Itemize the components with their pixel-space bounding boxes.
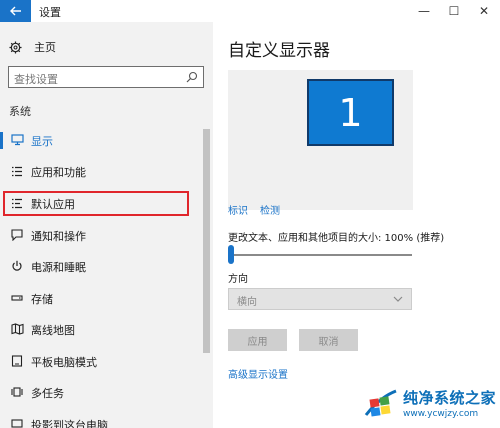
- orientation-dropdown[interactable]: 横向: [228, 288, 412, 310]
- multitask-icon: [10, 385, 24, 399]
- home-label: 主页: [34, 41, 56, 54]
- scale-slider-thumb[interactable]: [228, 245, 234, 264]
- back-button[interactable]: [0, 0, 31, 22]
- sidebar-item-label: 离线地图: [31, 324, 75, 337]
- minimize-button[interactable]: —: [409, 0, 439, 22]
- display-links: 标识 检测: [228, 202, 280, 217]
- sidebar-item-label: 投影到这台电脑: [31, 419, 108, 428]
- sidebar-item-offline-maps[interactable]: 离线地图: [0, 317, 205, 343]
- storage-icon: [10, 291, 24, 305]
- window-title: 设置: [39, 6, 61, 19]
- maximize-button[interactable]: ☐: [439, 0, 469, 22]
- sidebar-item-label: 多任务: [31, 387, 64, 400]
- sidebar-item-label: 平板电脑模式: [31, 356, 97, 369]
- title-bar: 设置 — ☐ ✕: [0, 0, 500, 22]
- detect-link[interactable]: 检测: [260, 202, 280, 217]
- watermark-logo: [362, 385, 398, 421]
- search-icon[interactable]: [186, 71, 198, 83]
- sidebar-item-label: 通知和操作: [31, 230, 86, 243]
- sidebar-item-label: 应用和功能: [31, 166, 86, 179]
- section-label-system: 系统: [9, 105, 31, 118]
- advanced-display-settings-link[interactable]: 高级显示设置: [228, 366, 288, 381]
- sidebar-item-multitasking[interactable]: 多任务: [0, 380, 205, 406]
- identify-link[interactable]: 标识: [228, 202, 248, 217]
- orientation-label: 方向: [228, 274, 248, 285]
- sidebar-item-power-sleep[interactable]: 电源和睡眠: [0, 254, 205, 280]
- scale-slider-track[interactable]: [228, 254, 412, 256]
- message-icon: [10, 228, 24, 242]
- search-input[interactable]: 查找设置: [8, 66, 204, 88]
- home-link[interactable]: 主页: [9, 39, 56, 55]
- scale-label: 更改文本、应用和其他项目的大小: 100% (推荐): [228, 233, 445, 244]
- monitor-number: 1: [338, 90, 363, 135]
- chevron-down-icon: [393, 296, 403, 302]
- main-content: 自定义显示器 1 标识 检测 更改文本、应用和其他项目的大小: 100% (推荐…: [213, 22, 500, 428]
- orientation-value: 横向: [237, 297, 257, 308]
- close-button[interactable]: ✕: [469, 0, 499, 22]
- watermark: 纯净系统之家 www.ycwjzy.com: [362, 381, 496, 425]
- cancel-button[interactable]: 取消: [299, 329, 358, 351]
- apply-button[interactable]: 应用: [228, 329, 287, 351]
- map-icon: [10, 322, 24, 336]
- sidebar-item-storage[interactable]: 存储: [0, 286, 205, 312]
- sidebar-item-apps-features[interactable]: 应用和功能: [0, 159, 205, 185]
- sidebar-item-display[interactable]: 显示: [0, 128, 205, 154]
- back-arrow-icon: [9, 6, 21, 16]
- sidebar-item-notifications[interactable]: 通知和操作: [0, 223, 205, 249]
- power-icon: [10, 259, 24, 273]
- sidebar-item-label: 电源和睡眠: [31, 261, 86, 274]
- project-icon: [10, 417, 24, 428]
- tablet-icon: [10, 354, 24, 368]
- sidebar-item-project[interactable]: 投影到这台电脑: [0, 412, 205, 428]
- sidebar-item-label: 存储: [31, 293, 53, 306]
- sidebar-item-tablet-mode[interactable]: 平板电脑模式: [0, 349, 205, 375]
- gear-icon: [9, 40, 22, 54]
- watermark-url: www.ycwjzy.com: [403, 409, 479, 419]
- search-placeholder: 查找设置: [14, 73, 58, 86]
- monitor-tile[interactable]: 1: [307, 79, 394, 146]
- active-indicator: [0, 132, 3, 149]
- list-icon: [10, 164, 24, 178]
- highlight-box: [3, 191, 189, 216]
- sidebar: 主页 查找设置 系统 显示 应用和功能 默认应用 通知和操作 电源和睡眠 存储 …: [0, 22, 213, 428]
- page-title: 自定义显示器: [228, 41, 330, 61]
- sidebar-item-label: 显示: [31, 135, 53, 148]
- monitor-icon: [10, 133, 24, 147]
- watermark-title: 纯净系统之家: [403, 389, 497, 407]
